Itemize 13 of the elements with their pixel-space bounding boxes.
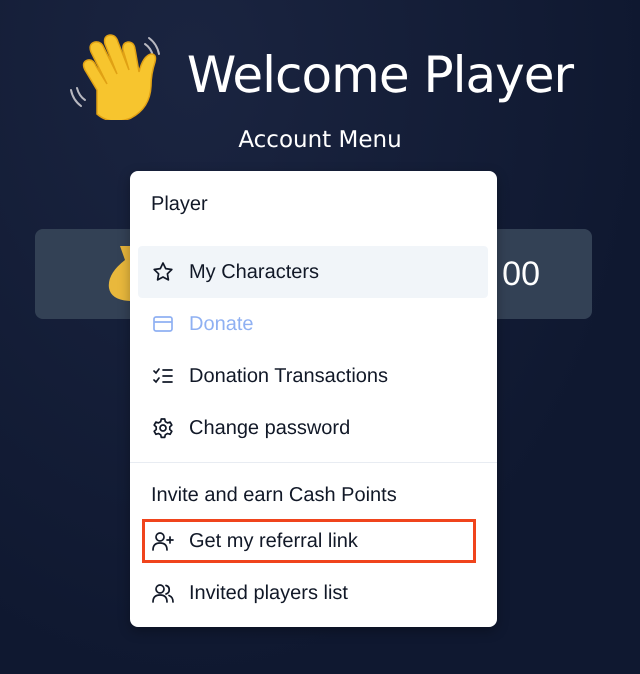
subtitle: Account Menu xyxy=(237,127,403,153)
menu-item[interactable]: Change password xyxy=(138,402,488,454)
add-user-icon xyxy=(151,529,175,553)
menu-section-label: Invite and earn Cash Points xyxy=(150,483,397,508)
menu-item[interactable]: Get my referral link xyxy=(138,515,480,567)
users-icon xyxy=(151,581,175,605)
welcome-title: Welcome Player xyxy=(186,46,574,104)
menu-item[interactable]: Invited players list xyxy=(138,567,488,619)
balance-value: 00 xyxy=(502,254,540,294)
menu-item[interactable]: Donation Transactions xyxy=(138,350,488,402)
menu-section-label: Player xyxy=(150,192,208,217)
menu-item[interactable]: My Characters xyxy=(138,246,488,298)
settings-icon xyxy=(151,416,175,440)
